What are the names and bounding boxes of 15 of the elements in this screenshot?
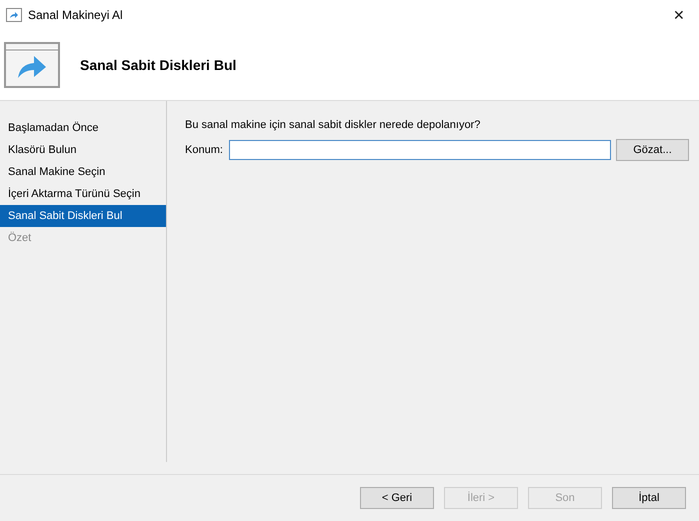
wizard-step[interactable]: İçeri Aktarma Türünü Seçin bbox=[0, 183, 166, 205]
app-icon bbox=[6, 8, 22, 22]
location-field[interactable] bbox=[229, 140, 611, 160]
page-title: Sanal Sabit Diskleri Bul bbox=[80, 57, 236, 73]
wizard-step[interactable]: Sanal Makine Seçin bbox=[0, 161, 166, 183]
window-title: Sanal Makineyi Al bbox=[28, 8, 123, 22]
wizard-step[interactable]: Başlamadan Önce bbox=[0, 117, 166, 139]
close-button[interactable]: ✕ bbox=[659, 0, 699, 30]
location-label: Konum: bbox=[185, 144, 224, 156]
wizard-step[interactable]: Sanal Sabit Diskleri Bul bbox=[0, 205, 166, 227]
browse-button[interactable]: Gözat... bbox=[616, 139, 689, 161]
question-text: Bu sanal makine için sanal sabit diskler nerede depolanıyor? bbox=[185, 119, 482, 131]
wizard-button[interactable]: İptal bbox=[612, 487, 686, 509]
wizard-step[interactable]: Klasörü Bulun bbox=[0, 139, 166, 161]
wizard-button[interactable]: < Geri bbox=[360, 487, 434, 509]
